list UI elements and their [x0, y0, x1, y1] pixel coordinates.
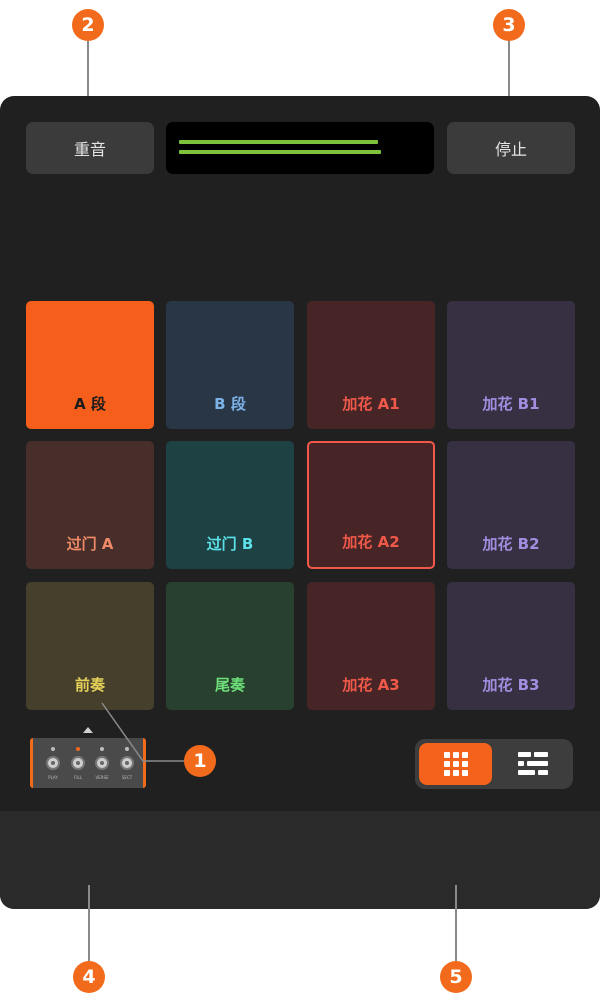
- pad-label: 加花 A3: [342, 676, 400, 694]
- pad-label: 加花 A2: [342, 533, 400, 551]
- pad-8[interactable]: 加花 B2: [447, 441, 575, 569]
- pad-label: 前奏: [74, 676, 105, 694]
- grid-icon: [443, 752, 468, 776]
- footswitch-label: VERSE: [95, 775, 109, 780]
- pad-2[interactable]: B 段: [166, 301, 294, 429]
- led-active: [76, 747, 80, 751]
- pad-label: 加花 B1: [482, 395, 540, 413]
- level-meter: [166, 122, 434, 174]
- pad-10[interactable]: 尾奏: [166, 582, 294, 710]
- footswitch-knob: [120, 756, 134, 770]
- pad-4[interactable]: 加花 B1: [447, 301, 575, 429]
- list-icon: [517, 752, 548, 775]
- pad-label: 过门 A: [66, 535, 114, 553]
- callout-5-line: [455, 885, 457, 961]
- led: [100, 747, 104, 751]
- pad-label: 加花 B3: [482, 676, 540, 694]
- callout-4-line: [88, 885, 90, 961]
- footswitch-label: FILL: [74, 775, 82, 780]
- pad-label: 加花 B2: [482, 535, 540, 553]
- footswitch-label: SECT: [121, 775, 133, 780]
- meter-bar-bottom: [179, 150, 381, 154]
- callout-4: 4: [73, 961, 105, 993]
- pad-7[interactable]: 加花 A2: [307, 441, 435, 569]
- pad-label: 过门 B: [206, 535, 254, 553]
- pad-1[interactable]: A 段: [26, 301, 154, 429]
- pad-label: 尾奏: [214, 676, 245, 694]
- reset-button[interactable]: 重音: [26, 122, 154, 174]
- pad-11[interactable]: 加花 A3: [307, 582, 435, 710]
- pad-9[interactable]: 前奏: [26, 582, 154, 710]
- callout-2: 2: [72, 9, 104, 41]
- list-view-button[interactable]: [496, 743, 569, 785]
- footswitch-knob: [46, 756, 60, 770]
- led: [51, 747, 55, 751]
- pad-6[interactable]: 过门 B: [166, 441, 294, 569]
- meter-bar-top: [179, 140, 378, 144]
- view-toggle: [415, 739, 573, 789]
- bottom-bar: [0, 811, 600, 909]
- footswitch-label: PLAY: [48, 775, 58, 780]
- pad-12[interactable]: 加花 B3: [447, 582, 575, 710]
- pad-3[interactable]: 加花 A1: [307, 301, 435, 429]
- callout-1: 1: [184, 745, 216, 777]
- led: [125, 747, 129, 751]
- footswitch-knob: [71, 756, 85, 770]
- callout-3: 3: [493, 9, 525, 41]
- grid-view-button[interactable]: [419, 743, 492, 785]
- pad-label: 加花 A1: [342, 395, 400, 413]
- footswitch-knob: [95, 756, 109, 770]
- stop-button[interactable]: 停止: [447, 122, 575, 174]
- pad-5[interactable]: 过门 A: [26, 441, 154, 569]
- footswitch-thumbnail[interactable]: PLAY FILL VERSE SECT: [30, 738, 146, 788]
- pad-label: B 段: [214, 395, 246, 413]
- pad-label: A 段: [74, 395, 106, 413]
- caret-up-icon: [83, 727, 93, 733]
- callout-5: 5: [440, 961, 472, 993]
